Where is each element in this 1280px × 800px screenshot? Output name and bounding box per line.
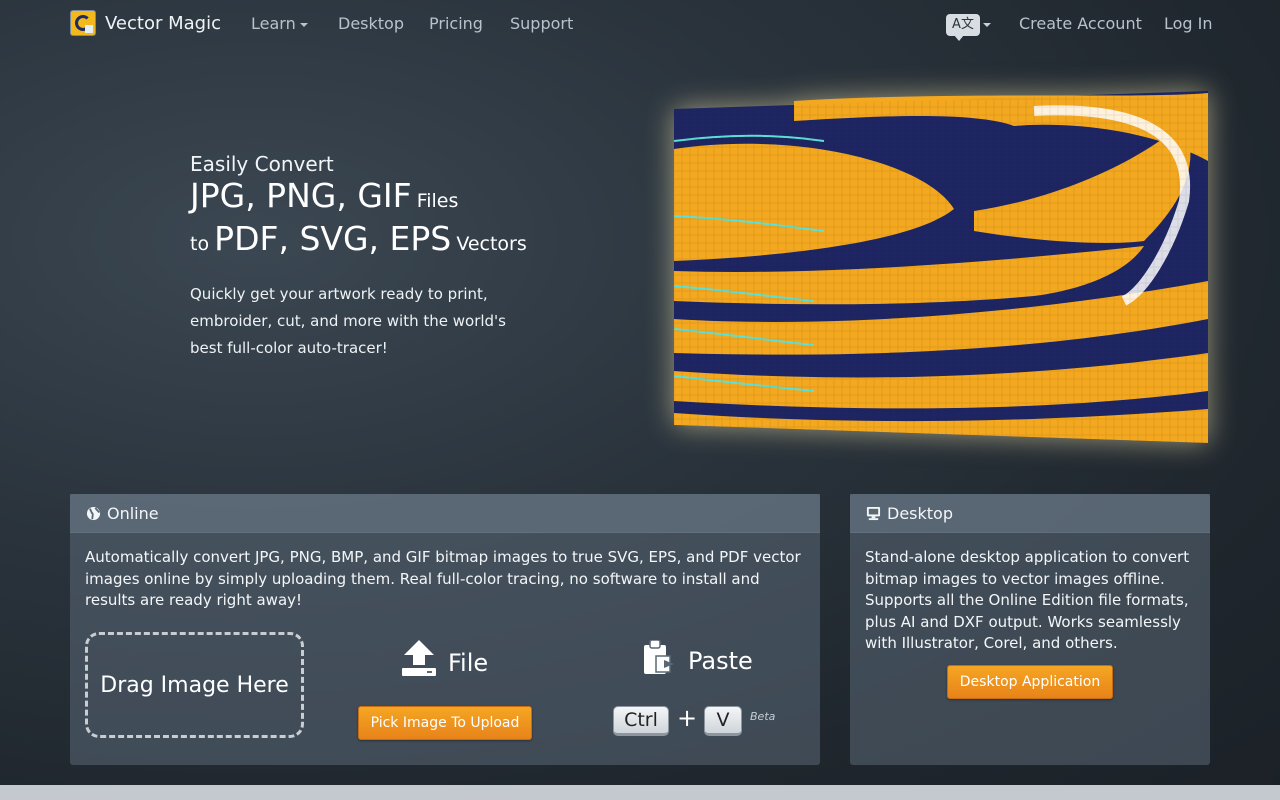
drop-zone-label: Drag Image Here bbox=[100, 672, 289, 698]
hero-headline-input-formats: JPG, PNG, GIF Files bbox=[190, 176, 458, 215]
monitor-icon bbox=[866, 506, 881, 520]
globe-icon bbox=[86, 506, 101, 520]
footer-strip bbox=[0, 785, 1280, 800]
desktop-description: Stand-alone desktop application to conve… bbox=[865, 548, 1190, 652]
clipboard-paste-icon bbox=[644, 640, 674, 674]
v-key: V bbox=[704, 706, 742, 736]
vectors-word: Vectors bbox=[456, 233, 527, 255]
login-link[interactable]: Log In bbox=[1164, 14, 1213, 33]
online-panel-title: Online bbox=[107, 503, 159, 523]
top-navbar: Vector Magic Learn Desktop Pricing Suppo… bbox=[0, 0, 1280, 48]
paste-heading: Paste bbox=[644, 640, 753, 676]
desktop-panel-header: Desktop bbox=[850, 494, 1210, 533]
upload-icon bbox=[402, 640, 436, 676]
online-panel: Online Automatically convert JPG, PNG, B… bbox=[70, 494, 820, 765]
ctrl-key: Ctrl bbox=[613, 706, 669, 736]
hero-description: Quickly get your artwork ready to print,… bbox=[190, 285, 506, 357]
desktop-application-button[interactable]: Desktop Application bbox=[947, 665, 1113, 699]
nav-learn-dropdown[interactable]: Learn bbox=[251, 14, 308, 33]
hero-pixel-art-image bbox=[673, 91, 1208, 443]
nav-pricing-link[interactable]: Pricing bbox=[429, 14, 483, 33]
desktop-panel: Desktop Stand-alone desktop application … bbox=[850, 494, 1210, 765]
online-description: Automatically convert JPG, PNG, BMP, and… bbox=[85, 548, 801, 609]
desktop-panel-title: Desktop bbox=[887, 503, 953, 523]
chevron-down-icon bbox=[983, 23, 991, 27]
online-panel-header: Online bbox=[70, 494, 820, 533]
language-icon: A文 bbox=[946, 14, 980, 41]
output-formats: PDF, SVG, EPS bbox=[214, 219, 452, 258]
files-word: Files bbox=[416, 190, 459, 212]
brand-link[interactable]: Vector Magic bbox=[70, 10, 221, 36]
hero-headline-output-formats: to PDF, SVG, EPS Vectors bbox=[190, 219, 527, 258]
nav-support-link[interactable]: Support bbox=[510, 14, 573, 33]
to-word: to bbox=[190, 233, 210, 255]
file-label: File bbox=[448, 649, 489, 677]
language-selector[interactable]: A文 bbox=[946, 14, 991, 41]
chevron-down-icon bbox=[299, 22, 308, 27]
paste-label: Paste bbox=[688, 647, 753, 675]
vector-magic-logo-icon bbox=[70, 10, 96, 36]
pick-image-upload-button[interactable]: Pick Image To Upload bbox=[358, 706, 532, 740]
drag-drop-zone[interactable]: Drag Image Here bbox=[85, 632, 304, 738]
create-account-link[interactable]: Create Account bbox=[1019, 14, 1142, 33]
input-formats: JPG, PNG, GIF bbox=[190, 176, 412, 215]
brand-name: Vector Magic bbox=[105, 12, 221, 34]
hero-kicker: Easily Convert bbox=[190, 152, 334, 176]
nav-learn-label: Learn bbox=[251, 14, 296, 33]
beta-badge: Beta bbox=[750, 710, 776, 723]
nav-desktop-link[interactable]: Desktop bbox=[338, 14, 404, 33]
plus-sign: + bbox=[677, 704, 698, 732]
file-upload-heading: File bbox=[402, 640, 488, 678]
